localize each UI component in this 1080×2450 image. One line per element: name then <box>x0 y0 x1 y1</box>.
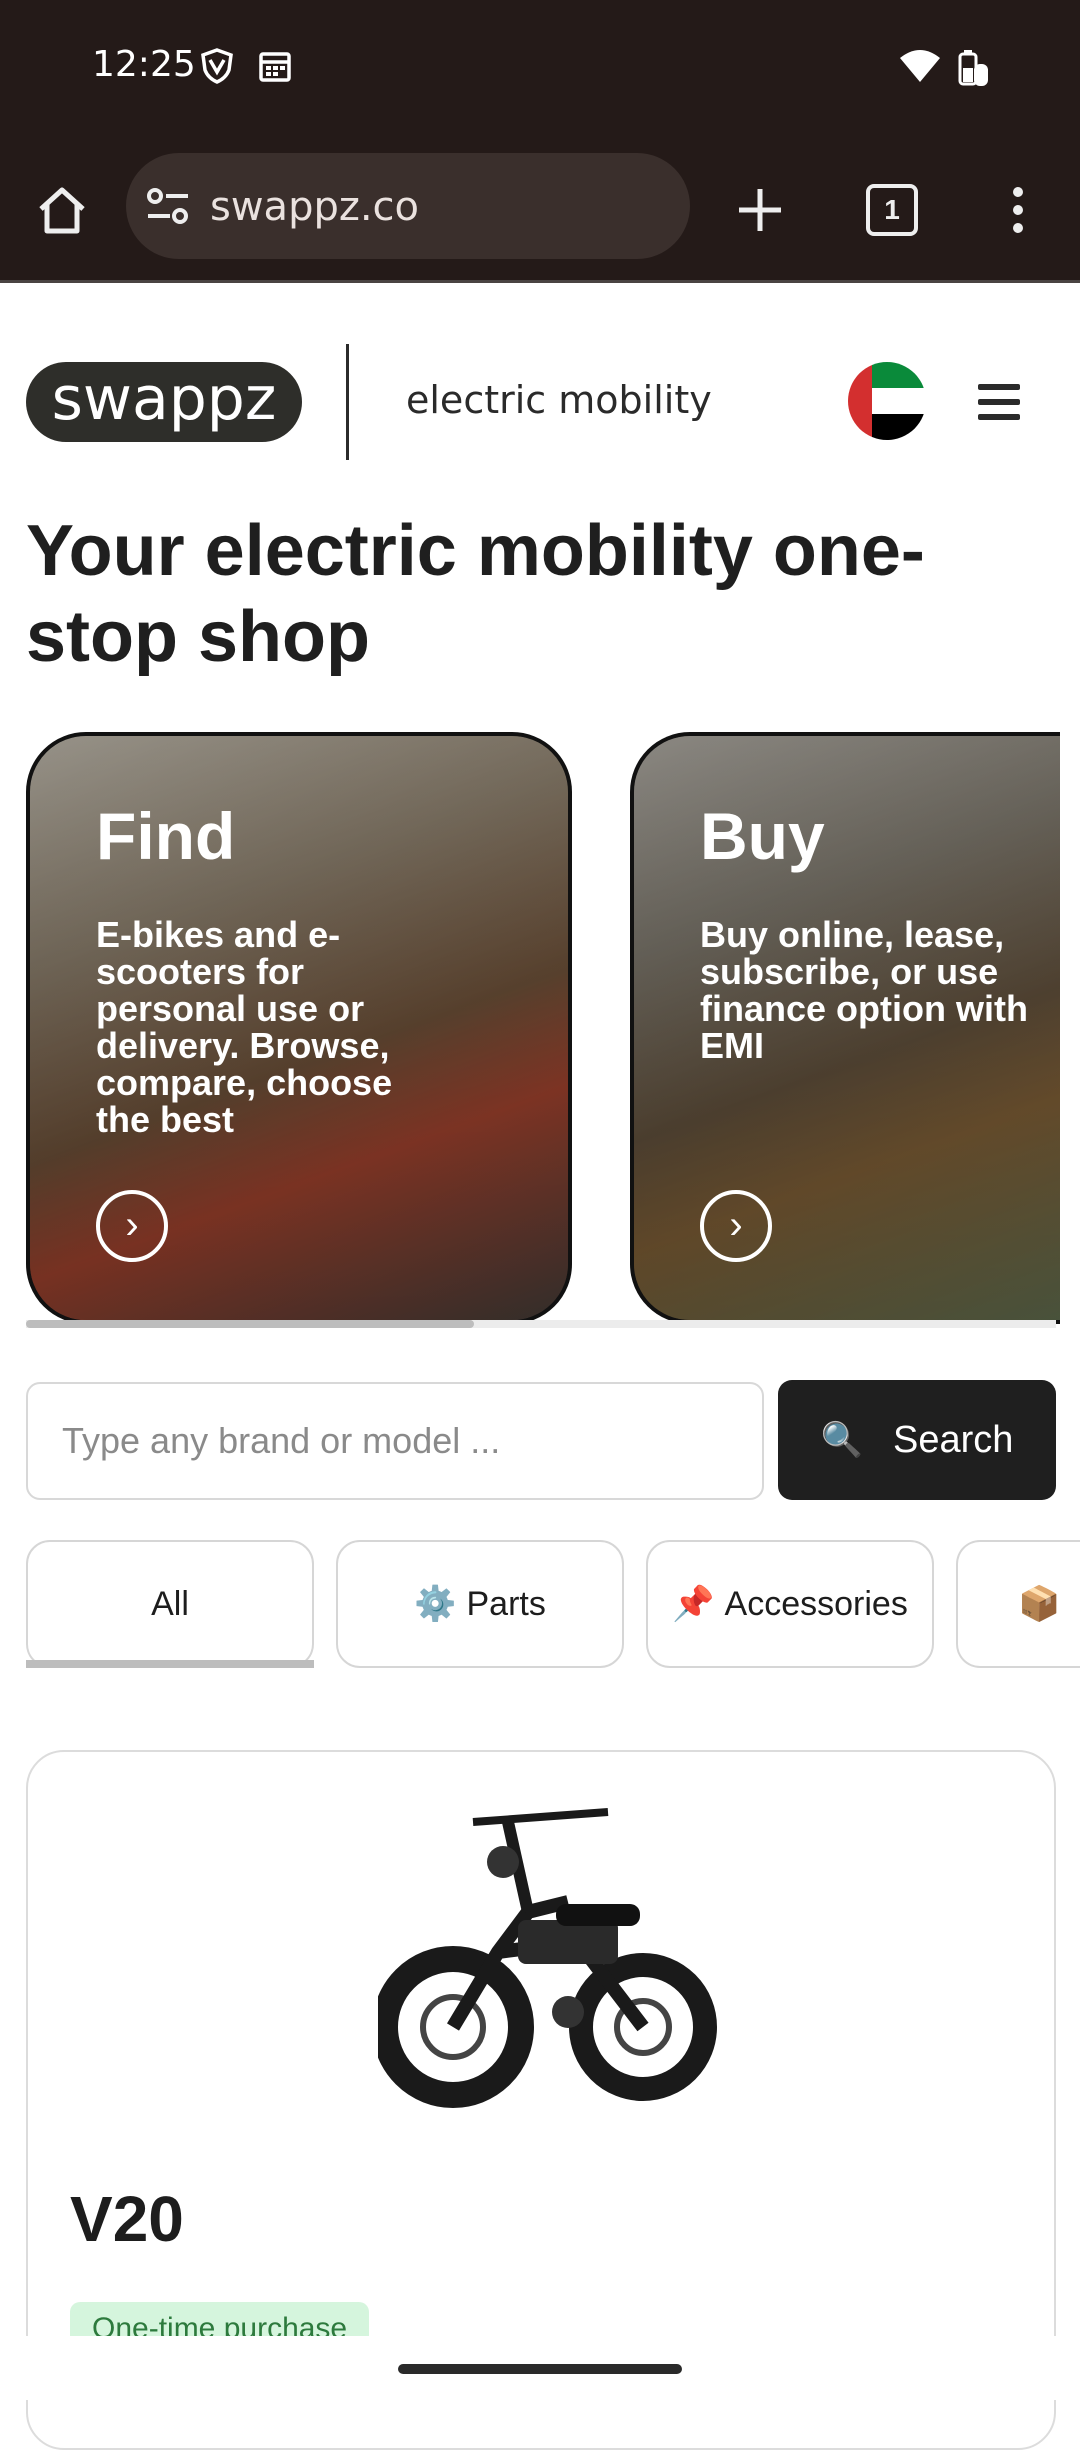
home-button[interactable] <box>26 174 98 246</box>
buy-card[interactable]: Buy Buy online, lease, subscribe, or use… <box>630 732 1060 1324</box>
gear-icon: ⚙️ <box>414 1585 457 1623</box>
tab-parts[interactable]: ⚙️ Parts <box>336 1540 624 1668</box>
active-tab-indicator <box>26 1660 314 1668</box>
tab-all[interactable]: All <box>26 1540 314 1668</box>
battery-icon <box>958 50 988 86</box>
tab-label: Parts <box>466 1584 546 1623</box>
url-text: swappz.co <box>210 184 420 230</box>
calendar-icon <box>259 52 291 82</box>
tab-label: Accessories <box>724 1584 908 1623</box>
find-card[interactable]: Find E-bikes and e-scooters for personal… <box>26 732 572 1324</box>
search-icon: 🔍 <box>820 1421 863 1459</box>
search-input[interactable] <box>26 1382 764 1500</box>
carousel-scrollbar[interactable] <box>26 1320 1056 1328</box>
tab-switcher-icon: 1 <box>866 184 918 236</box>
carousel-scroll-thumb[interactable] <box>26 1320 474 1328</box>
status-bar: 12:25 <box>0 0 1080 140</box>
product-name[interactable]: V20 <box>70 2182 184 2256</box>
search-button[interactable]: 🔍 Search <box>778 1380 1056 1500</box>
more-options-button[interactable] <box>982 174 1054 246</box>
site-tagline: electric mobility <box>406 378 712 422</box>
package-icon: 📦 <box>1018 1585 1061 1623</box>
pin-icon: 📌 <box>672 1585 715 1623</box>
chevron-right-icon[interactable]: › <box>96 1190 168 1262</box>
site-logo[interactable]: swappz <box>26 362 302 442</box>
search-button-label: Search <box>892 1418 1014 1461</box>
shield-icon <box>201 48 233 84</box>
buy-card-description: Buy online, lease, subscribe, or use fin… <box>700 914 1028 1066</box>
ebike-image <box>378 1808 717 2108</box>
browser-toolbar: swappz.co 1 <box>0 140 1080 283</box>
find-card-description: E-bikes and e-scooters for personal use … <box>96 914 393 1140</box>
more-vert-icon <box>1013 187 1023 233</box>
hamburger-menu-icon[interactable] <box>978 384 1020 429</box>
home-icon <box>39 187 85 234</box>
find-card-title: Find <box>96 799 236 873</box>
buy-card-title: Buy <box>700 799 825 873</box>
status-time: 12:25 <box>92 44 196 85</box>
tab-packages[interactable]: 📦 <box>956 1540 1080 1668</box>
tab-label: All <box>151 1584 189 1623</box>
uae-flag-icon[interactable] <box>848 362 926 440</box>
new-tab-button[interactable] <box>724 174 796 246</box>
site-settings-icon[interactable] <box>146 185 190 227</box>
chevron-right-icon[interactable]: › <box>700 1190 772 1262</box>
new-tab-icon <box>739 189 781 231</box>
gesture-nav-handle[interactable] <box>398 2364 682 2374</box>
address-bar[interactable]: swappz.co <box>126 153 690 259</box>
tab-accessories[interactable]: 📌 Accessories <box>646 1540 934 1668</box>
tab-switcher-button[interactable]: 1 <box>856 174 928 246</box>
page-headline: Your electric mobility one-stop shop <box>26 511 925 677</box>
wifi-icon <box>900 50 940 82</box>
header-divider <box>346 344 349 460</box>
